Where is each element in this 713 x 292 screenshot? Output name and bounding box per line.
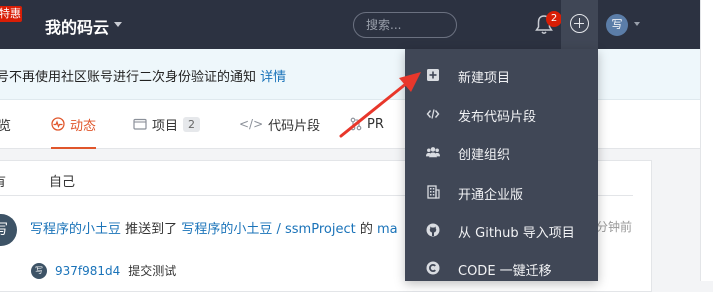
commit-row: 937f981d4 提交测试 (55, 262, 176, 279)
avatar[interactable]: 写 (31, 263, 47, 279)
tab-activity[interactable]: 动态 (51, 100, 97, 149)
branch-link[interactable]: ma (377, 222, 398, 237)
repo-owner-link[interactable]: 写程序的小土豆 (181, 222, 272, 237)
github-icon (426, 223, 440, 237)
plus-square-icon (427, 69, 439, 81)
building-icon (427, 185, 440, 199)
group-icon (426, 147, 440, 158)
user-avatar[interactable]: 写 (606, 14, 628, 36)
notification-count-badge: 2 (546, 11, 562, 27)
notice-text: 号不再使用社区账号进行二次身份验证的通知 详情 (0, 70, 287, 85)
menu-item-code-migrate[interactable]: CODE 一键迁移 (405, 249, 598, 287)
chevron-down-icon[interactable] (114, 22, 122, 27)
promo-badge[interactable]: 特惠 (0, 6, 22, 22)
repo-link[interactable]: ssmProject (285, 222, 356, 237)
tab-snippets[interactable]: </> 代码片段 (239, 100, 320, 148)
commit-message: 提交测试 (128, 264, 177, 278)
search-box[interactable] (353, 12, 457, 38)
commit-hash-link[interactable]: 937f981d4 (55, 264, 120, 278)
projects-count-badge: 2 (183, 116, 201, 132)
avatar[interactable]: 写 (0, 214, 17, 246)
code-migrate-icon (426, 261, 440, 275)
annotation-arrow-icon (339, 72, 421, 138)
folder-icon (133, 118, 147, 130)
menu-item-import-github[interactable]: 从 Github 导入项目 (405, 211, 598, 249)
notice-detail-link[interactable]: 详情 (260, 70, 286, 85)
plus-circle-icon (570, 14, 589, 33)
menu-item-create-org[interactable]: 创建组织 (405, 133, 598, 171)
page-edge (700, 0, 713, 281)
menu-item-enterprise[interactable]: 开通企业版 (405, 173, 598, 211)
activity-entry: 写程序的小土豆 推送到了 写程序的小土豆 / ssmProject 的 ma (30, 222, 398, 237)
create-menu-button[interactable] (561, 0, 598, 49)
code-icon: </> (239, 117, 264, 131)
search-input[interactable] (366, 17, 452, 33)
tab-projects[interactable]: 项目 2 (133, 100, 201, 148)
create-dropdown-menu: 新建项目 发布代码片段 创建组织 开通企业版 从 Github 导入项目 COD… (405, 49, 598, 281)
chevron-down-icon[interactable] (634, 22, 640, 26)
menu-item-publish-snippet[interactable]: 发布代码片段 (405, 95, 598, 133)
subtab-all[interactable]: 有 (0, 171, 6, 190)
top-navbar: 特惠 我的码云 2 写 (0, 0, 713, 49)
tab-overview[interactable]: 览 (0, 100, 11, 148)
actor-link[interactable]: 写程序的小土豆 (30, 222, 121, 237)
code-icon (426, 109, 440, 119)
activity-timestamp: 分钟前 (596, 220, 633, 234)
subtab-mine[interactable]: 自己 (49, 171, 75, 190)
pulse-icon (51, 117, 65, 131)
brand-menu[interactable]: 我的码云 (45, 14, 109, 38)
menu-item-new-project[interactable]: 新建项目 (405, 56, 598, 94)
